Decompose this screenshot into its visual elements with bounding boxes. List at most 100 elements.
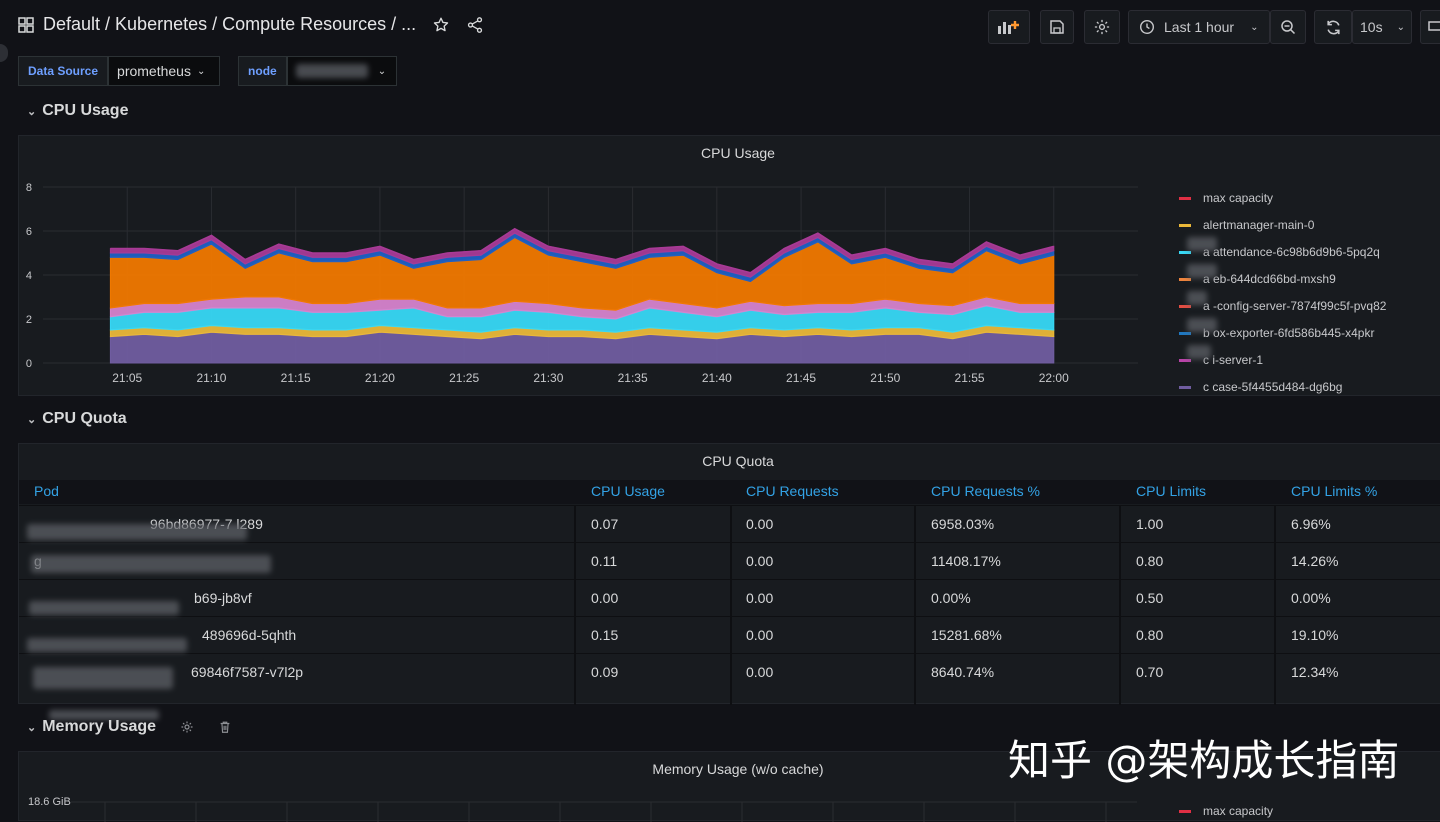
column-header-pod[interactable]: Pod [34, 483, 59, 499]
zoom-out-icon [1281, 20, 1296, 35]
redacted-pod-name [1187, 345, 1211, 359]
cell-cpu-usage: 0.09 [591, 664, 619, 680]
legend-label: alertmanager-main-0 [1203, 218, 1315, 232]
cell-cpu-usage: 0.11 [591, 553, 618, 569]
panel-title[interactable]: CPU Quota [19, 453, 1440, 469]
redacted-node-name [295, 64, 368, 78]
legend-item[interactable]: max capacity [1179, 191, 1273, 205]
cpu-usage-chart[interactable]: 0 2 4 6 8 21:05 21:10 21:15 21:20 21:25 21:30 21:35… [19, 136, 1157, 397]
chevron-down-icon: ⌄ [27, 105, 37, 118]
column-header-cpu-usage[interactable]: CPU Usage [591, 483, 665, 499]
cell-cpu-limits-pct: 19.10% [1291, 627, 1339, 643]
x-axis-tick-label: 21:45 [786, 371, 816, 385]
y-axis-tick-label: 4 [26, 270, 32, 282]
column-divider [730, 505, 732, 705]
y-axis-tick-label: 8 [26, 182, 32, 194]
x-axis-tick-label: 21:35 [618, 371, 648, 385]
x-axis-tick-label: 22:00 [1039, 371, 1069, 385]
cell-cpu-usage: 0.15 [591, 627, 619, 643]
cell-pod: 489696d-5qhth [202, 627, 297, 643]
clock-icon [1139, 19, 1155, 35]
column-header-cpu-requests[interactable]: CPU Requests [746, 483, 839, 499]
dashboard-navbar: Default / Kubernetes / Compute Resources… [0, 0, 1440, 54]
chevron-down-icon: ⌄ [27, 413, 37, 426]
cell-pod: b69-jb8vf [194, 590, 252, 606]
table-header: Pod CPU Usage CPU Requests CPU Requests … [19, 480, 1440, 504]
cell-cpu-limits-pct: 6.96% [1291, 516, 1331, 532]
trash-icon[interactable] [218, 720, 232, 734]
legend-item[interactable]: alertmanager-main-0 [1179, 218, 1314, 232]
legend-swatch [1179, 223, 1191, 227]
title-group: Default / Kubernetes / Compute Resources… [18, 14, 484, 35]
redacted-pod-name [1187, 264, 1217, 278]
x-axis-tick-label: 21:40 [702, 371, 732, 385]
save-icon [1050, 20, 1064, 34]
legend-label: a -config-server-7874f99c5f-pvq82 [1203, 299, 1387, 313]
cpu-usage-panel: CPU Usage 0 2 4 6 8 21:05 21:10 21:15 21:20 21:25… [18, 135, 1440, 396]
gear-icon [1094, 19, 1110, 35]
x-axis-tick-label: 21:10 [196, 371, 226, 385]
save-dashboard-button[interactable] [1040, 10, 1074, 44]
redacted-pod-name [1187, 318, 1217, 332]
template-variables: Data Source prometheus ⌄ node ⌄ [18, 56, 397, 86]
legend-item[interactable]: a -config-server-7874f99c5f-pvq82 [1179, 299, 1386, 313]
datasource-select[interactable]: prometheus ⌄ [108, 56, 221, 86]
column-divider [1274, 505, 1276, 705]
refresh-icon [1326, 20, 1340, 34]
x-axis-tick-label: 21:25 [449, 371, 479, 385]
time-range-picker[interactable]: Last 1 hour ⌄ [1128, 10, 1270, 44]
refresh-interval-label: 10s [1360, 19, 1383, 35]
redacted-pod-name [31, 555, 271, 573]
tv-mode-button[interactable] [1420, 10, 1440, 44]
add-panel-button[interactable] [988, 10, 1030, 44]
cell-cpu-requests-pct: 6958.03% [931, 516, 995, 532]
cell-cpu-requests: 0.00 [746, 516, 774, 532]
star-icon[interactable] [432, 16, 450, 34]
column-header-cpu-limits-pct[interactable]: CPU Limits % [1291, 483, 1377, 499]
legend-label: b ox-exporter-6fd586b445-x4pkr [1203, 326, 1375, 340]
row-header-memory-usage[interactable]: ⌄ Memory Usage [27, 718, 232, 736]
chevron-down-icon: ⌄ [1396, 21, 1405, 33]
dashboard-title[interactable]: Default / Kubernetes / Compute Resources… [43, 14, 416, 35]
row-title: CPU Usage [42, 102, 129, 119]
cell-cpu-requests: 0.00 [746, 590, 774, 606]
cell-cpu-usage: 0.00 [591, 590, 619, 606]
legend-label: a eb-644dcd66bd-mxsh9 [1203, 272, 1336, 286]
cell-pod: 69846f7587-v7l2p [191, 664, 304, 680]
dashboard-settings-button[interactable] [1084, 10, 1120, 44]
row-title: Memory Usage [42, 718, 157, 735]
row-header-cpu-quota[interactable]: ⌄ CPU Quota [27, 410, 127, 428]
chevron-down-icon: ⌄ [27, 721, 37, 734]
y-axis-tick-label: 0 [26, 358, 32, 370]
cell-cpu-limits-pct: 12.34% [1291, 664, 1339, 680]
cell-cpu-limits-pct: 14.26% [1291, 553, 1339, 569]
zoom-out-button[interactable] [1270, 10, 1306, 44]
legend-label: max capacity [1203, 804, 1274, 818]
cell-cpu-limits: 1.00 [1136, 516, 1164, 532]
cell-cpu-requests-pct: 11408.17% [931, 553, 1001, 569]
refresh-interval-picker[interactable]: 10s ⌄ [1352, 10, 1412, 44]
x-axis-tick-label: 21:30 [533, 371, 563, 385]
x-axis-tick-label: 21:05 [112, 371, 142, 385]
legend-item[interactable]: max capacity [1179, 804, 1273, 818]
column-header-cpu-requests-pct[interactable]: CPU Requests % [931, 483, 1040, 499]
cell-cpu-requests: 0.00 [746, 664, 774, 680]
legend-swatch [1179, 385, 1191, 389]
dashboards-grid-icon[interactable] [18, 16, 34, 33]
node-select[interactable]: ⌄ [286, 56, 397, 86]
column-header-cpu-limits[interactable]: CPU Limits [1136, 483, 1206, 499]
refresh-button[interactable] [1314, 10, 1352, 44]
x-axis-tick-label: 21:20 [365, 371, 395, 385]
column-divider [914, 505, 916, 705]
legend-label: c case-5f4455d484-dg6bg [1203, 380, 1343, 394]
legend-label: a attendance-6c98b6d9b6-5pq2q [1203, 245, 1380, 259]
gear-icon[interactable] [180, 720, 194, 734]
cell-cpu-requests: 0.00 [746, 553, 774, 569]
row-header-cpu-usage[interactable]: ⌄ CPU Usage [27, 102, 128, 120]
legend-item[interactable]: c case-5f4455d484-dg6bg [1179, 380, 1342, 394]
x-axis-tick-label: 21:50 [870, 371, 900, 385]
cell-cpu-limits-pct: 0.00% [1291, 590, 1331, 606]
row-title: CPU Quota [42, 410, 127, 427]
share-icon[interactable] [466, 16, 484, 34]
y-axis-tick-label: 2 [26, 314, 32, 326]
